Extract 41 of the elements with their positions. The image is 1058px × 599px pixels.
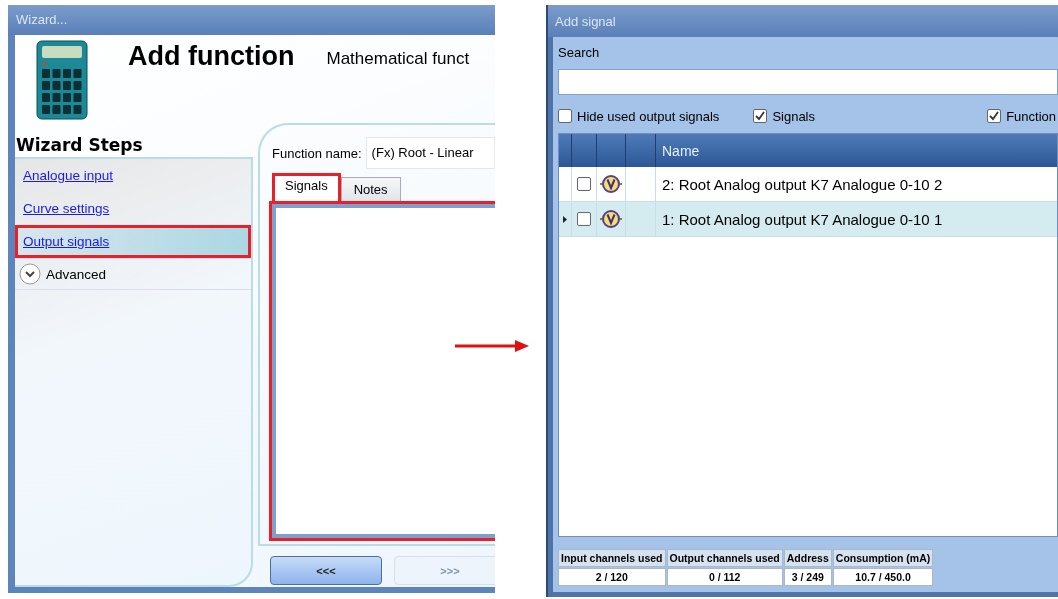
checkbox[interactable] [987,109,1002,123]
checkbox-label: Hide used output signals [577,108,720,124]
stat-header: Consumption (mA) [832,549,934,567]
table-row[interactable]: 1: Root Analog output K7 Analogue 0-10 1 [559,202,1057,237]
stat-header: Address [783,549,832,567]
stat-value: 0 / 112 [666,568,783,586]
checkbox-label: Signals [772,108,815,124]
steps-title: Wizard Steps [15,134,144,157]
checkbox[interactable] [753,109,768,123]
step-link[interactable]: Output signals [23,234,110,249]
checkbox[interactable] [577,212,591,226]
checkbox[interactable] [577,177,591,191]
search-label: Search [558,45,601,62]
subtitle: Mathematical funct [326,49,470,69]
search-field[interactable] [558,69,1058,95]
table-cell-text: 2: Root Analog output K7 Analogue 0-10 2 [661,174,944,195]
stat-value: 10.7 / 450.0 [832,568,934,586]
step-item[interactable]: Analogue input [15,159,251,192]
row-indicator-icon [563,215,567,223]
window-title: Add signal [548,5,1058,37]
step-link[interactable]: Curve settings [23,201,110,216]
stat-value: 2 / 120 [558,568,666,586]
circle-v-icon [600,174,622,194]
circle-v-icon [600,209,622,229]
stat-value: 3 / 249 [783,568,832,586]
field-label: Function name: [272,145,362,161]
step-item[interactable]: Curve settings [15,192,251,225]
nav-button[interactable]: <<< [270,556,382,585]
stat-header: Output channels used [666,549,783,567]
advanced-label: Advanced [46,266,107,282]
step-item[interactable]: Output signals [15,225,251,258]
table-cell-text: 1: Root Analog output K7 Analogue 0-10 1 [661,209,944,230]
step-link[interactable]: Analogue input [23,168,114,183]
stat-header: Input channels used [558,549,666,567]
window-title: Wizard... [8,5,495,35]
heading: Add function [128,41,295,72]
calculator-icon [36,40,88,120]
expand-icon[interactable] [19,263,41,285]
function-name-field[interactable]: (Fx) Root - Linear [365,137,495,169]
checkbox-label: Function [1006,108,1056,124]
checkbox[interactable] [558,109,572,123]
